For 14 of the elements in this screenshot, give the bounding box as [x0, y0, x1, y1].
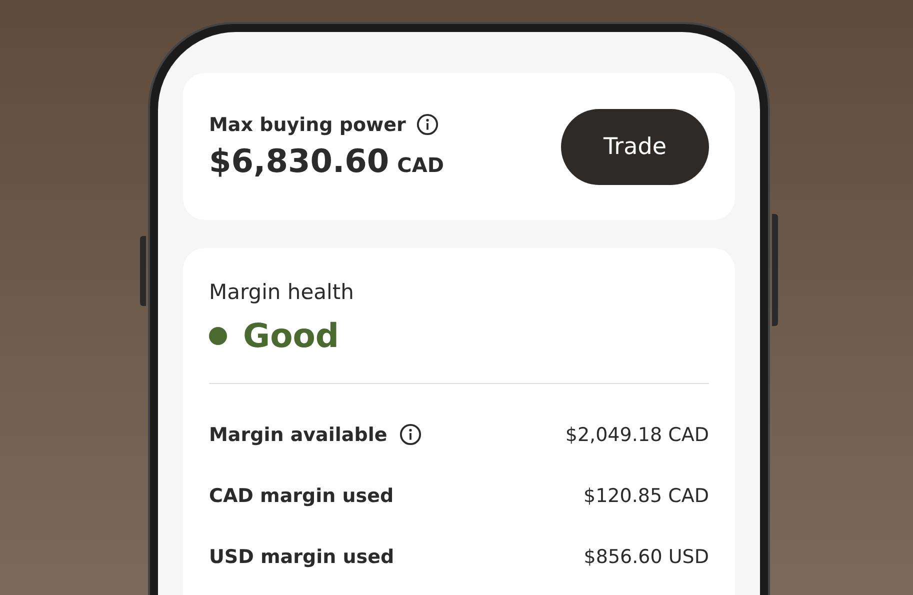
info-icon[interactable] [399, 423, 422, 446]
currency-label: CAD [397, 153, 444, 177]
buying-power-label: Max buying power [209, 114, 406, 136]
trade-button[interactable]: Trade [561, 108, 709, 184]
row-value: $120.85 CAD [583, 484, 709, 506]
row-label: USD margin used [209, 546, 394, 568]
info-icon[interactable] [416, 113, 439, 136]
row-value: $2,049.18 CAD [565, 424, 709, 446]
row-value: $856.60 USD [584, 546, 709, 568]
row-label: CAD margin used [209, 484, 394, 506]
margin-health-title: Margin health [209, 280, 355, 304]
row-label: Margin available [209, 424, 388, 446]
status-text: Good [243, 316, 340, 355]
buying-power-amount: $6,830.60 [209, 142, 390, 180]
